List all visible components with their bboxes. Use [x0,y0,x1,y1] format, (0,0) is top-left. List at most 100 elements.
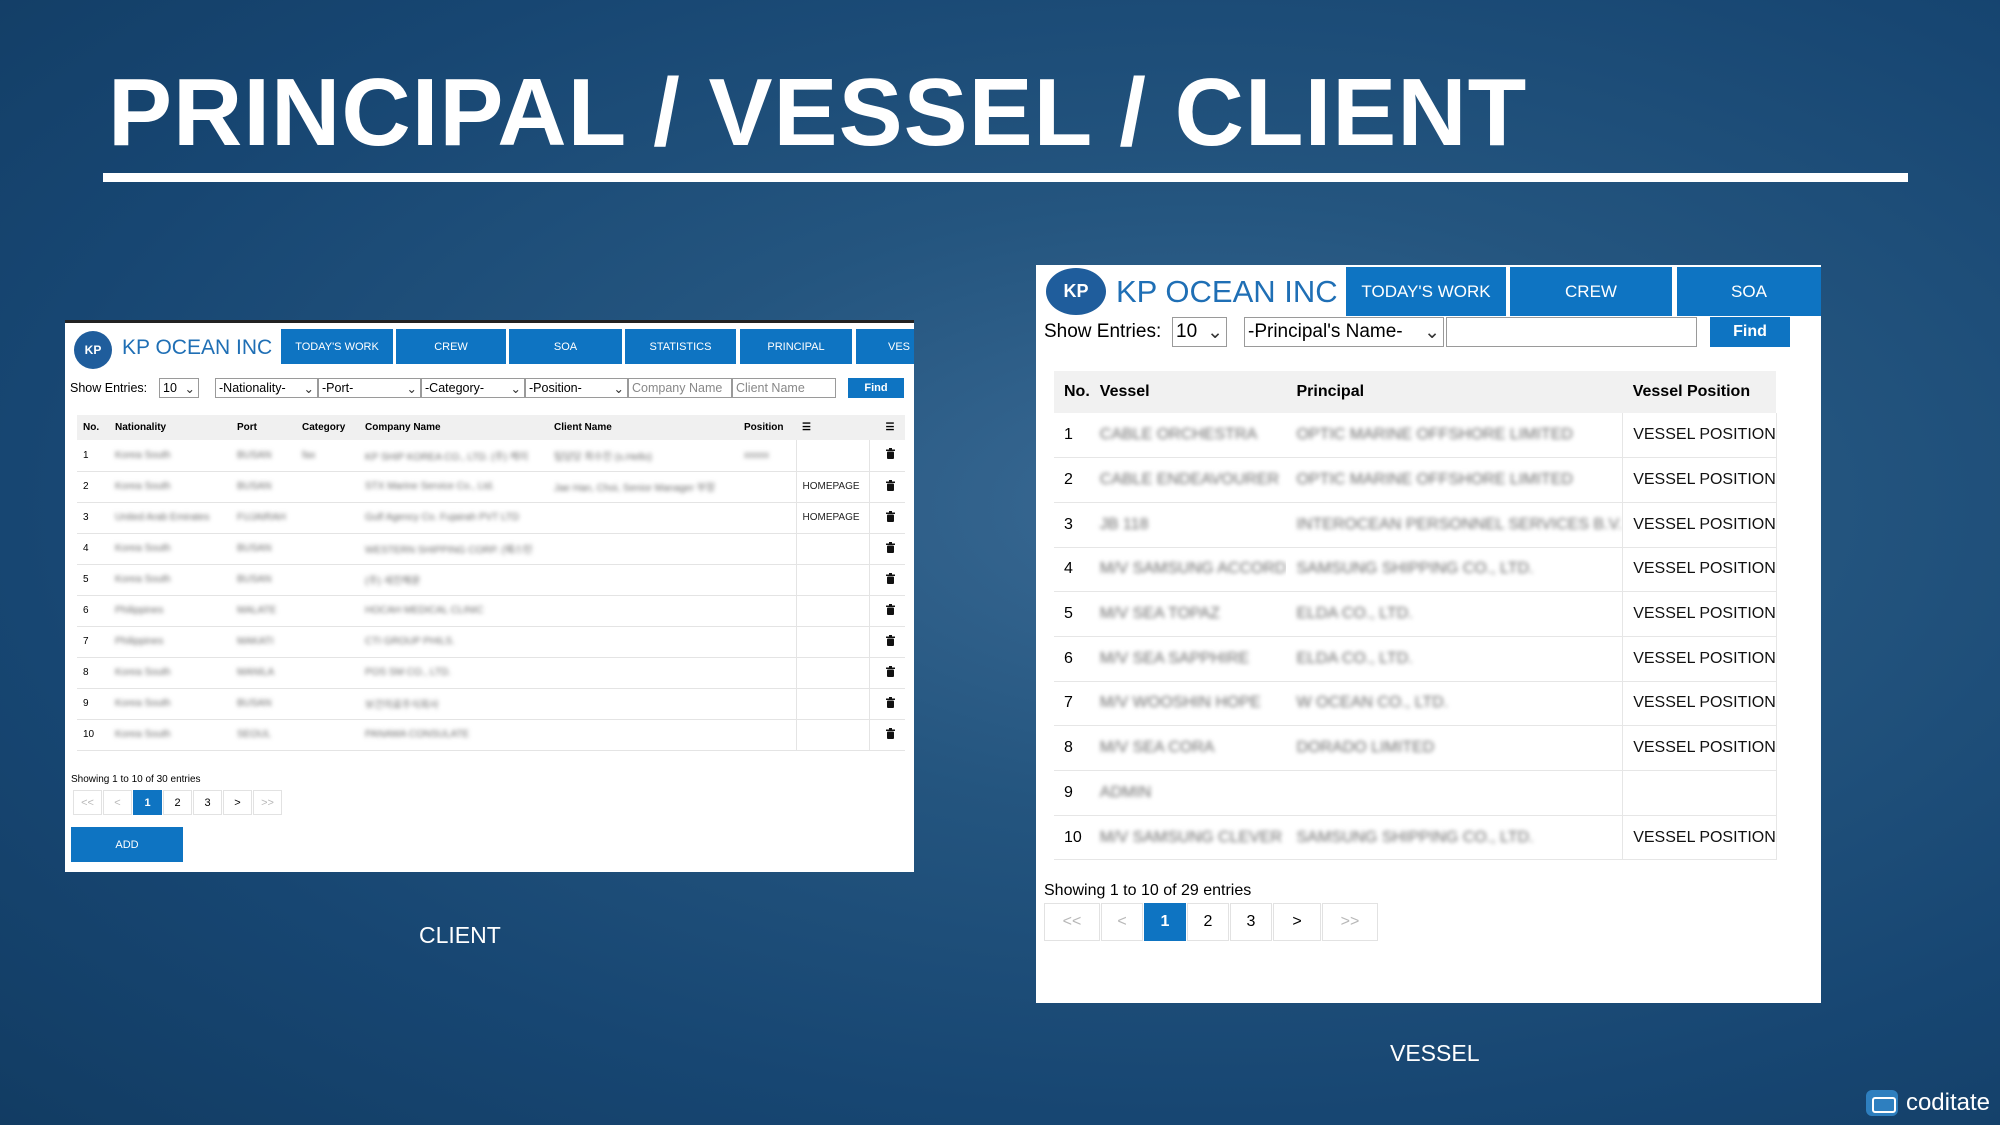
vessel-cell: M/V SEA TOPAZ [1099,605,1220,623]
port-select[interactable]: -Port- ⌄ [318,378,421,398]
tab-crew[interactable]: CREW [1510,267,1672,316]
table-row[interactable]: 1 CABLE ORCHESTRA OPTIC MARINE OFFSHORE LI… [1054,413,1777,459]
col-company-name[interactable]: Company Name [359,415,548,440]
vessel-position-link[interactable]: VESSEL POSITION [1633,560,1775,577]
table-row[interactable]: 6 Philippines MALATE HOCAH MEDICAL CLINIC [77,595,905,627]
nationality-select[interactable]: -Nationality- ⌄ [215,378,318,398]
vessel-position-link[interactable]: VESSEL POSITION [1633,694,1775,711]
tab-todays-work[interactable]: TODAY'S WORK [281,329,393,364]
table-row[interactable]: 4 Korea South BUSAN WESTERN SHIPPING CORP. … [77,533,905,565]
table-row[interactable]: 7 Philippines MAKATI CTI GROUP PHILS. [77,626,905,658]
vessel-position-link[interactable]: VESSEL POSITION [1633,516,1775,533]
table-row[interactable]: 9 ADMIN [1054,770,1777,816]
company-name-input[interactable]: Company Name [628,378,732,398]
col-no[interactable]: No. [1054,371,1090,413]
col-category[interactable]: Category [296,415,359,440]
tab-soa[interactable]: SOA [509,329,622,364]
table-row[interactable]: 8 M/V SEA CORA DORADO LIMITED VESSEL POSITI… [1054,725,1777,771]
trash-icon[interactable] [885,510,895,525]
table-row[interactable]: 3 JB 118 INTEROCEAN PERSONNEL SERVICES B.V… [1054,502,1777,548]
page-first[interactable]: << [1044,903,1100,941]
homepage-link[interactable]: HOMEPAGE [803,512,860,523]
col-client-name[interactable]: Client Name [548,415,738,440]
client-name-input[interactable]: Client Name [732,378,836,398]
trash-icon[interactable] [885,727,895,742]
entries-select[interactable]: 10 ⌄ [1172,317,1227,347]
page-3[interactable]: 3 [1230,903,1272,941]
table-row[interactable]: 2 Korea South BUSAN STX Marine Service Co.,… [77,471,905,503]
col-nationality[interactable]: Nationality [109,415,231,440]
trash-icon[interactable] [885,696,895,711]
menu-icon[interactable]: ☰ [802,422,811,433]
table-row[interactable]: 1 Korea South BUSAN fax KP SHIP KOREA CO., L… [77,440,905,472]
page-prev[interactable]: < [1101,903,1143,941]
page-first[interactable]: << [73,790,102,815]
search-input[interactable] [1446,317,1697,347]
tab-crew[interactable]: CREW [396,329,506,364]
category-select[interactable]: -Category- ⌄ [421,378,525,398]
col-actions[interactable]: ☰ [869,415,905,440]
vessel-position-link[interactable]: VESSEL POSITION [1633,471,1775,488]
homepage-link[interactable]: HOMEPAGE [803,481,860,492]
page-last[interactable]: >> [253,790,282,815]
trash-icon[interactable] [885,479,895,494]
page-last[interactable]: >> [1322,903,1378,941]
vessel-position-link[interactable]: VESSEL POSITION [1633,739,1775,756]
trash-icon[interactable] [885,603,895,618]
menu-icon[interactable]: ☰ [886,422,895,433]
vessel-table: No. Vessel Principal Vessel Position 1 CA… [1054,371,1777,861]
table-row[interactable]: 6 M/V SEA SAPPHIRE ELDA CO., LTD. VESSEL PO… [1054,636,1777,682]
trash-icon[interactable] [885,541,895,556]
find-button[interactable]: Find [1710,317,1790,347]
page-2[interactable]: 2 [163,790,192,815]
table-row[interactable]: 5 Korea South BUSAN (주) 세진해운 [77,564,905,596]
page-prev[interactable]: < [103,790,132,815]
col-vessel[interactable]: Vessel [1089,371,1287,413]
principal-select[interactable]: -Principal's Name- ⌄ [1244,317,1444,347]
col-no[interactable]: No. [77,415,109,440]
client-name-cell: Jae Han, Choi, Senior Manager 부장 [554,483,716,494]
trash-icon[interactable] [885,572,895,587]
trash-icon[interactable] [885,634,895,649]
tab-soa[interactable]: SOA [1677,267,1821,316]
vessel-cell: CABLE ORCHESTRA [1099,426,1258,444]
find-button[interactable]: Find [848,378,904,398]
add-button[interactable]: ADD [71,827,183,862]
position-select[interactable]: -Position- ⌄ [525,378,628,398]
table-row[interactable]: 7 M/V WOOSHIN HOPE W OCEAN CO., LTD. VESSEL… [1054,681,1777,727]
page-next[interactable]: > [223,790,252,815]
table-row[interactable]: 10 M/V SAMSUNG CLEVER SAMSUNG SHIPPING CO.… [1054,815,1777,861]
tab-vessel[interactable]: VES [856,329,914,364]
page-1[interactable]: 1 [1144,903,1186,941]
page-1[interactable]: 1 [133,790,162,815]
nationality-cell: Philippines [115,605,164,616]
table-row[interactable]: 9 Korea South BUSAN 보건의료주식회사 [77,688,905,720]
col-position[interactable]: Position [738,415,796,440]
trash-icon[interactable] [885,448,895,462]
vessel-position-link[interactable]: VESSEL POSITION [1633,426,1775,443]
table-row[interactable]: 3 United Arab Emirates FUJAIRAH Gulf Agency… [77,502,905,534]
col-principal[interactable]: Principal [1286,371,1623,413]
table-row[interactable]: 5 M/V SEA TOPAZ ELDA CO., LTD. VESSEL POSIT… [1054,591,1777,637]
table-header: No. Nationality Port Category Company Na… [77,415,905,440]
table-row[interactable]: 8 Korea South MANILA POS SM CO., LTD. [77,657,905,689]
page-3[interactable]: 3 [193,790,222,815]
col-homepage[interactable]: ☰ [796,415,869,440]
page-2[interactable]: 2 [1187,903,1229,941]
chevron-down-icon: ⌄ [1424,321,1440,343]
col-vessel-position[interactable]: Vessel Position [1622,371,1777,413]
tab-principal[interactable]: PRINCIPAL [740,329,852,364]
chevron-down-icon: ⌄ [613,381,624,396]
vessel-position-link[interactable]: VESSEL POSITION [1633,605,1775,622]
table-row[interactable]: 10 Korea South SEOUL PANAMA CONSULATE [77,719,905,751]
page-next[interactable]: > [1273,903,1321,941]
vessel-position-link[interactable]: VESSEL POSITION [1633,650,1775,667]
tab-todays-work[interactable]: TODAY'S WORK [1346,267,1506,316]
table-row[interactable]: 4 M/V SAMSUNG ACCORD SAMSUNG SHIPPING CO.,… [1054,547,1777,593]
col-port[interactable]: Port [231,415,296,440]
tab-statistics[interactable]: STATISTICS [625,329,736,364]
trash-icon[interactable] [885,665,895,680]
table-row[interactable]: 2 CABLE ENDEAVOURER OPTIC MARINE OFFSHORE … [1054,457,1777,503]
vessel-position-link[interactable]: VESSEL POSITION [1633,829,1775,846]
entries-select[interactable]: 10 ⌄ [159,378,199,398]
